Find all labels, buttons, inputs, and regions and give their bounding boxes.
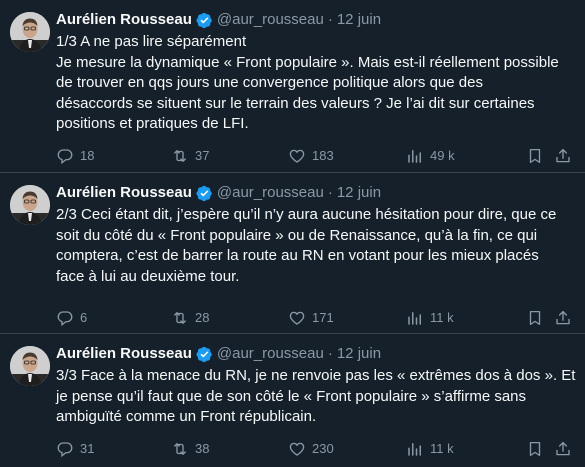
like-button[interactable]: 230 (288, 439, 334, 459)
bookmark-button[interactable] (526, 308, 544, 328)
bookmark-icon (529, 441, 541, 457)
reply-count: 18 (80, 148, 95, 163)
heart-icon (289, 442, 305, 456)
separator-dot: · (327, 11, 333, 28)
tweet-text: 2/3 Ceci étant dit, j’espère qu’il n’y a… (56, 206, 557, 285)
tweet-date[interactable]: 12 juin (337, 344, 381, 364)
retweet-count: 38 (195, 441, 210, 456)
author-name[interactable]: Aurélien Rousseau (56, 10, 192, 30)
tweet-text: 3/3 Face à la menace du RN, je ne renvoi… (56, 367, 576, 425)
bookmark-button[interactable] (526, 146, 544, 166)
views-button[interactable]: 11 k (406, 439, 454, 459)
reply-icon (57, 149, 73, 165)
views-icon (408, 150, 421, 163)
verified-badge-icon[interactable] (196, 185, 213, 202)
tweet-actions: 18 37 183 49 k (52, 146, 582, 166)
like-count: 230 (312, 441, 334, 456)
like-button[interactable]: 183 (288, 146, 334, 166)
like-count: 171 (312, 310, 334, 325)
share-icon (556, 310, 570, 325)
share-button[interactable] (554, 439, 572, 459)
tweet-header: Aurélien Rousseau @aur_rousseau · 12 jui… (56, 344, 381, 364)
retweet-button[interactable]: 37 (171, 146, 209, 166)
views-count: 11 k (430, 441, 454, 456)
retweet-count: 37 (195, 148, 210, 163)
tweet-actions: 6 28 171 11 k (52, 308, 582, 328)
heart-icon (289, 149, 305, 163)
bookmark-icon (529, 148, 541, 164)
bookmark-button[interactable] (526, 439, 544, 459)
views-button[interactable]: 11 k (406, 308, 454, 328)
reply-icon (57, 442, 73, 458)
author-name[interactable]: Aurélien Rousseau (56, 344, 192, 364)
verified-badge-icon[interactable] (196, 346, 213, 363)
heart-icon (289, 311, 305, 325)
reply-count: 31 (80, 441, 95, 456)
separator-dot: · (327, 345, 333, 362)
share-icon (556, 148, 570, 163)
avatar[interactable] (10, 12, 50, 52)
retweet-count: 28 (195, 310, 210, 325)
timeline: Aurélien Rousseau @aur_rousseau · 12 jui… (0, 0, 585, 467)
reply-button[interactable]: 6 (56, 308, 87, 328)
tweet-date[interactable]: 12 juin (337, 10, 381, 30)
like-button[interactable]: 171 (288, 308, 334, 328)
verified-badge-icon[interactable] (196, 12, 213, 29)
reply-icon (57, 311, 73, 327)
tweet-header: Aurélien Rousseau @aur_rousseau · 12 jui… (56, 183, 381, 203)
author-name[interactable]: Aurélien Rousseau (56, 183, 192, 203)
retweet-button[interactable]: 38 (171, 439, 209, 459)
share-icon (556, 441, 570, 456)
separator-dot: · (327, 184, 333, 201)
reply-button[interactable]: 31 (56, 439, 94, 459)
avatar-image (10, 185, 50, 225)
retweet-icon (174, 150, 186, 162)
avatar-image (10, 12, 50, 52)
tweet[interactable]: Aurélien Rousseau @aur_rousseau · 12 jui… (0, 0, 585, 173)
reply-button[interactable]: 18 (56, 146, 94, 166)
tweet-header: Aurélien Rousseau @aur_rousseau · 12 jui… (56, 10, 381, 30)
share-button[interactable] (554, 146, 572, 166)
views-count: 11 k (430, 310, 454, 325)
views-button[interactable]: 49 k (406, 146, 455, 166)
avatar[interactable] (10, 185, 50, 225)
tweet-actions: 31 38 230 11 k (52, 439, 582, 459)
views-icon (408, 443, 421, 456)
retweet-icon (174, 443, 186, 455)
tweet-text: 1/3 A ne pas lire séparément Je mesure l… (56, 33, 559, 132)
author-handle[interactable]: @aur_rousseau (217, 10, 324, 30)
retweet-icon (174, 312, 186, 324)
avatar-image (10, 346, 50, 386)
views-count: 49 k (430, 148, 455, 163)
views-icon (408, 312, 421, 325)
tweet[interactable]: Aurélien Rousseau @aur_rousseau · 12 jui… (0, 173, 585, 334)
like-count: 183 (312, 148, 334, 163)
avatar[interactable] (10, 346, 50, 386)
author-handle[interactable]: @aur_rousseau (217, 183, 324, 203)
share-button[interactable] (554, 308, 572, 328)
retweet-button[interactable]: 28 (171, 308, 209, 328)
tweet[interactable]: Aurélien Rousseau @aur_rousseau · 12 jui… (0, 334, 585, 467)
bookmark-icon (529, 310, 541, 326)
reply-count: 6 (80, 310, 88, 325)
author-handle[interactable]: @aur_rousseau (217, 344, 324, 364)
tweet-date[interactable]: 12 juin (337, 183, 381, 203)
